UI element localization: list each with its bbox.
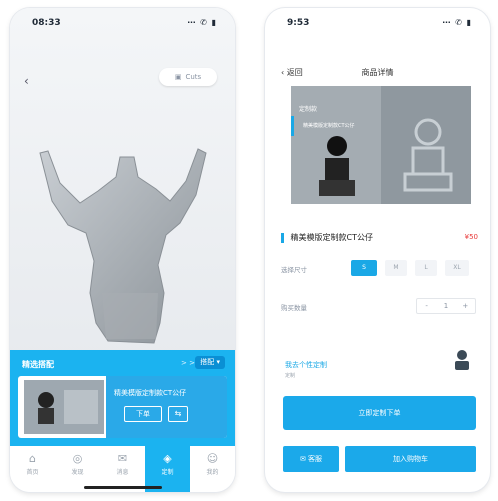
page-title: 商品详情	[361, 68, 394, 77]
cube-icon: ◈	[163, 452, 172, 465]
tab-home[interactable]: ⌂ 首页	[10, 446, 55, 492]
home-icon: ⌂	[29, 452, 36, 465]
order-button[interactable]: 下单	[124, 406, 162, 422]
size-pill-label: Cuts	[185, 73, 202, 81]
navigation-bar: ‹ 返回 商品详情	[265, 64, 490, 82]
product-name: 精美模版定制款CT公仔	[114, 389, 187, 397]
mail-icon: ✉	[117, 452, 128, 465]
hero-label: 定制款	[299, 106, 318, 113]
size-pill[interactable]: ▣ Cuts	[159, 68, 217, 86]
home-indicator	[84, 486, 162, 489]
phone-left: 08:33 ⋯ ✆ ▮ ‹ ▣ Cuts 精选搭配 > > 搭配 ▾ 精美模版定…	[10, 8, 235, 492]
minus-button[interactable]: -	[417, 299, 436, 313]
product-hero-image[interactable]: 定制款 精美模版定制款CT公仔	[291, 86, 471, 204]
panel-title: 精选搭配	[22, 360, 54, 369]
product-card[interactable]: 精美模版定制款CT公仔 下单 ⇆	[18, 376, 227, 438]
size-option-s[interactable]: S	[351, 260, 377, 276]
size-option-xl[interactable]: XL	[445, 260, 469, 276]
status-icons: ⋯ ✆ ▮	[187, 18, 217, 27]
hero-marker	[291, 116, 294, 136]
custom-order-button[interactable]: 立即定制下单	[283, 396, 476, 430]
tab-label: 定制	[161, 469, 174, 476]
chat-icon: ✉	[299, 455, 309, 463]
figure-icon	[319, 136, 355, 196]
chat-label: 客服	[308, 455, 323, 463]
product-thumbnail	[24, 380, 104, 434]
tab-label: 首页	[26, 469, 39, 476]
custom-link-sub: 定制	[285, 373, 296, 379]
status-time: 9:53	[287, 18, 310, 28]
status-icons: ⋯ ✆ ▮	[442, 18, 472, 27]
panel-filter-tag[interactable]: 搭配 ▾	[195, 356, 225, 369]
tab-label: 我的	[206, 469, 219, 476]
status-time: 08:33	[32, 18, 61, 28]
product-title-text: 精美模版定制款CT公仔	[290, 233, 374, 242]
product-title: 精美模版定制款CT公仔	[281, 232, 373, 243]
back-button[interactable]: ‹	[24, 74, 29, 88]
recommendation-panel: 精选搭配 > > 搭配 ▾ 精美模版定制款CT公仔 下单 ⇆	[10, 350, 235, 446]
hero-subtitle: 精美模版定制款CT公仔	[303, 123, 355, 129]
plus-button[interactable]: +	[456, 299, 475, 313]
tab-label: 消息	[116, 469, 129, 476]
price: ¥50	[464, 233, 478, 241]
size-option-m[interactable]: M	[385, 260, 407, 276]
spec-label: 选择尺寸	[281, 266, 307, 274]
tab-profile[interactable]: ☺ 我的	[190, 446, 235, 492]
3d-body-model[interactable]	[20, 143, 220, 353]
compass-icon: ◎	[72, 452, 83, 465]
ruler-icon: ▣	[174, 73, 182, 81]
quantity-label: 购买数量	[281, 304, 307, 312]
robot-icon	[24, 380, 104, 434]
size-option-l[interactable]: L	[415, 260, 437, 276]
title-accent-bar	[281, 232, 284, 243]
person-icon[interactable]	[450, 348, 474, 372]
figure-outline-icon	[403, 118, 453, 192]
user-icon: ☺	[206, 452, 219, 465]
panel-more[interactable]: > >	[181, 359, 195, 367]
quantity-stepper[interactable]: - 1 +	[416, 298, 476, 314]
product-info: 精美模版定制款CT公仔 下单 ⇆	[106, 376, 227, 438]
tab-label: 发现	[71, 469, 84, 476]
custom-link[interactable]: 我去个性定制	[285, 360, 327, 370]
phone-right: 9:53 ⋯ ✆ ▮ ‹ 返回 商品详情 定制款 精美模版定制款CT公仔 精美模…	[265, 8, 490, 492]
chat-button[interactable]: ✉ 客服	[283, 446, 339, 472]
status-bar: 08:33 ⋯ ✆ ▮	[10, 8, 235, 36]
add-to-cart-button[interactable]: 加入购物车	[345, 446, 476, 472]
share-icon[interactable]: ⇆	[168, 406, 188, 422]
status-bar: 9:53 ⋯ ✆ ▮	[265, 8, 490, 36]
quantity-value[interactable]: 1	[436, 299, 455, 313]
